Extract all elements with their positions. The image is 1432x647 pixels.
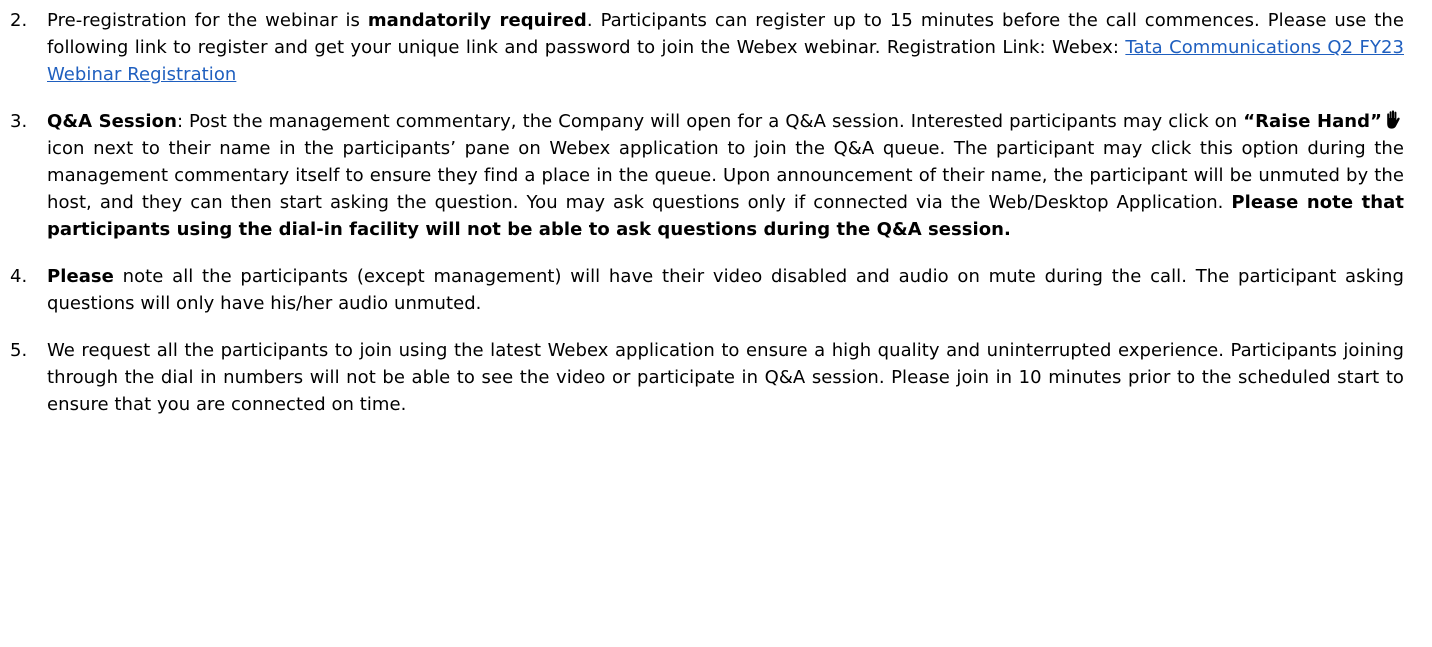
raise-hand-icon: [1384, 110, 1401, 129]
instruction-list: 2. Pre-registration for the webinar is m…: [10, 7, 1404, 418]
item-text: Q&A Session: Post the management comment…: [47, 110, 1404, 240]
bold-mandatorily-required: mandatorily required: [367, 10, 587, 31]
item-number: 4.: [10, 266, 28, 287]
bold-please: Please: [47, 266, 114, 287]
item-number: 5.: [10, 340, 28, 361]
list-item-5: 5. We request all the participants to jo…: [10, 337, 1404, 418]
text-segment: icon next to their name in the participa…: [47, 138, 1404, 213]
text-segment: Pre-registration for the webinar is: [47, 10, 368, 31]
list-item-4: 4. Please note all the participants (exc…: [10, 263, 1404, 317]
item-text: We request all the participants to join …: [47, 340, 1404, 415]
text-segment: : Post the management commentary, the Co…: [176, 111, 1244, 132]
text-segment: We request all the participants to join …: [47, 340, 1404, 415]
bold-qa-session: Q&A Session: [47, 111, 177, 132]
item-number: 2.: [10, 10, 28, 31]
item-number: 3.: [10, 111, 28, 132]
list-item-2: 2. Pre-registration for the webinar is m…: [10, 7, 1404, 88]
item-text: Please note all the participants (except…: [47, 266, 1404, 314]
list-item-3: 3. Q&A Session: Post the management comm…: [10, 108, 1404, 243]
bold-raise-hand: “Raise Hand”: [1243, 111, 1382, 132]
document-page: 2. Pre-registration for the webinar is m…: [0, 0, 1432, 647]
item-text: Pre-registration for the webinar is mand…: [47, 10, 1404, 85]
text-segment: note all the participants (except manage…: [47, 266, 1404, 314]
